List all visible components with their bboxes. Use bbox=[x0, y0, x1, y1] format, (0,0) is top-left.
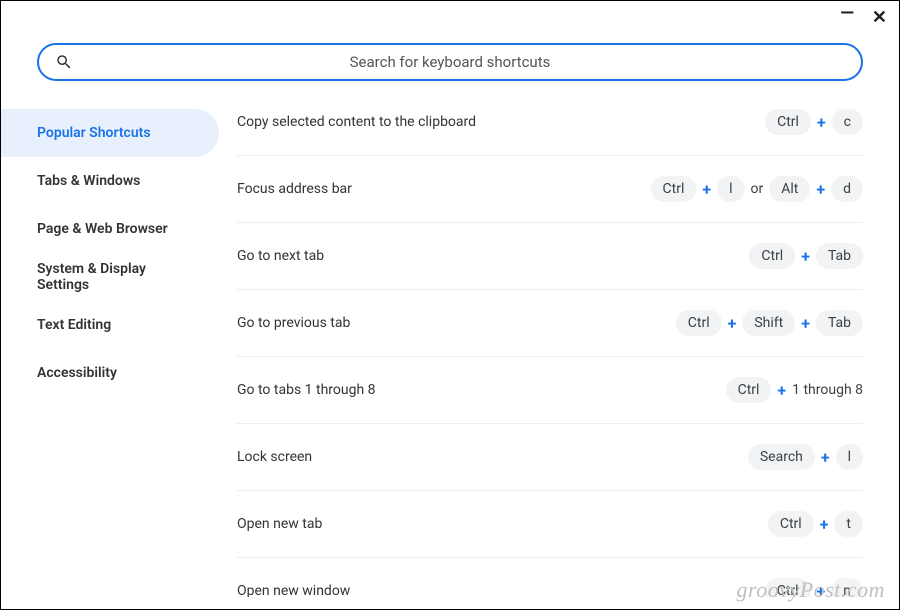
keycap: Shift bbox=[742, 310, 795, 336]
keycap: Ctrl bbox=[749, 243, 795, 269]
keycap: Search bbox=[748, 444, 815, 470]
plus-icon: + bbox=[817, 582, 826, 598]
shortcut-row: Open new window Ctrl + n bbox=[237, 558, 863, 597]
shortcut-label: Go to tabs 1 through 8 bbox=[237, 382, 376, 398]
shortcut-text: or bbox=[751, 181, 764, 197]
plus-icon: + bbox=[801, 314, 810, 333]
search-icon bbox=[55, 53, 73, 71]
shortcut-label: Focus address bar bbox=[237, 181, 352, 197]
keycap: Ctrl bbox=[765, 578, 811, 597]
keycap: Tab bbox=[816, 310, 863, 336]
sidebar-item-popular-shortcuts[interactable]: Popular Shortcuts bbox=[1, 109, 219, 157]
shortcut-label: Open new tab bbox=[237, 516, 322, 532]
plus-icon: + bbox=[777, 381, 786, 400]
search-placeholder: Search for keyboard shortcuts bbox=[55, 53, 845, 71]
keycap: Alt bbox=[769, 176, 810, 202]
close-button[interactable]: ✕ bbox=[872, 9, 887, 27]
sidebar-item-page-web-browser[interactable]: Page & Web Browser bbox=[1, 205, 219, 253]
keycap: Tab bbox=[816, 243, 863, 269]
keycap: l bbox=[836, 444, 863, 470]
keycap: Ctrl bbox=[765, 109, 811, 135]
shortcut-keys: Ctrl + Tab bbox=[749, 243, 863, 269]
sidebar-item-label: Tabs & Windows bbox=[37, 173, 140, 189]
keycap: t bbox=[834, 511, 863, 537]
sidebar-item-text-editing[interactable]: Text Editing bbox=[1, 301, 219, 349]
shortcut-label: Go to next tab bbox=[237, 248, 324, 264]
shortcut-row: Go to previous tab Ctrl + Shift + Tab bbox=[237, 290, 863, 357]
shortcut-text: 1 through 8 bbox=[792, 382, 863, 398]
search-input[interactable]: Search for keyboard shortcuts bbox=[37, 43, 863, 81]
sidebar-item-label: Popular Shortcuts bbox=[37, 125, 151, 141]
sidebar-item-accessibility[interactable]: Accessibility bbox=[1, 349, 219, 397]
shortcut-row: Go to next tab Ctrl + Tab bbox=[237, 223, 863, 290]
keycap: Ctrl bbox=[651, 176, 697, 202]
keycap: Ctrl bbox=[768, 511, 814, 537]
shortcut-row: Copy selected content to the clipboard Ct… bbox=[237, 99, 863, 156]
shortcut-label: Go to previous tab bbox=[237, 315, 350, 331]
sidebar-item-label: Page & Web Browser bbox=[37, 221, 168, 237]
shortcut-keys: Ctrl + lor Alt + d bbox=[651, 176, 863, 202]
window-controls: — ✕ bbox=[840, 9, 887, 27]
minimize-button[interactable]: — bbox=[840, 5, 854, 23]
shortcut-row: Focus address bar Ctrl + lor Alt + d bbox=[237, 156, 863, 223]
shortcut-keys: Ctrl +1 through 8 bbox=[726, 377, 863, 403]
plus-icon: + bbox=[816, 180, 825, 199]
shortcut-row: Open new tab Ctrl + t bbox=[237, 491, 863, 558]
sidebar-item-label: Accessibility bbox=[37, 365, 117, 381]
search-container: Search for keyboard shortcuts bbox=[37, 43, 863, 81]
shortcut-keys: Ctrl + t bbox=[768, 511, 863, 537]
keycap: c bbox=[832, 109, 863, 135]
keycap: l bbox=[717, 176, 744, 202]
keycap: d bbox=[831, 176, 863, 202]
plus-icon: + bbox=[801, 247, 810, 266]
shortcut-label: Copy selected content to the clipboard bbox=[237, 114, 476, 130]
sidebar: Popular Shortcuts Tabs & Windows Page & We… bbox=[1, 99, 219, 597]
sidebar-item-label: System & Display Settings bbox=[37, 261, 201, 293]
sidebar-item-system-display-settings[interactable]: System & Display Settings bbox=[1, 253, 219, 301]
plus-icon: + bbox=[817, 113, 826, 132]
sidebar-item-label: Text Editing bbox=[37, 317, 111, 333]
plus-icon: + bbox=[821, 448, 830, 467]
shortcut-label: Lock screen bbox=[237, 449, 312, 465]
shortcut-list: Copy selected content to the clipboard Ct… bbox=[219, 99, 899, 597]
keycap: Ctrl bbox=[726, 377, 772, 403]
sidebar-item-tabs-windows[interactable]: Tabs & Windows bbox=[1, 157, 219, 205]
plus-icon: + bbox=[728, 314, 737, 333]
content-area: Popular Shortcuts Tabs & Windows Page & We… bbox=[1, 99, 899, 597]
shortcut-row: Go to tabs 1 through 8 Ctrl +1 through 8 bbox=[237, 357, 863, 424]
shortcut-keys: Search + l bbox=[748, 444, 863, 470]
shortcut-keys: Ctrl + Shift + Tab bbox=[676, 310, 863, 336]
shortcut-keys: Ctrl + c bbox=[765, 109, 863, 135]
keycap: n bbox=[831, 578, 863, 597]
plus-icon: + bbox=[702, 180, 711, 199]
shortcut-label: Open new window bbox=[237, 583, 350, 597]
shortcut-keys: Ctrl + n bbox=[765, 578, 863, 597]
shortcut-row: Lock screen Search + l bbox=[237, 424, 863, 491]
keycap: Ctrl bbox=[676, 310, 722, 336]
plus-icon: + bbox=[820, 515, 829, 534]
